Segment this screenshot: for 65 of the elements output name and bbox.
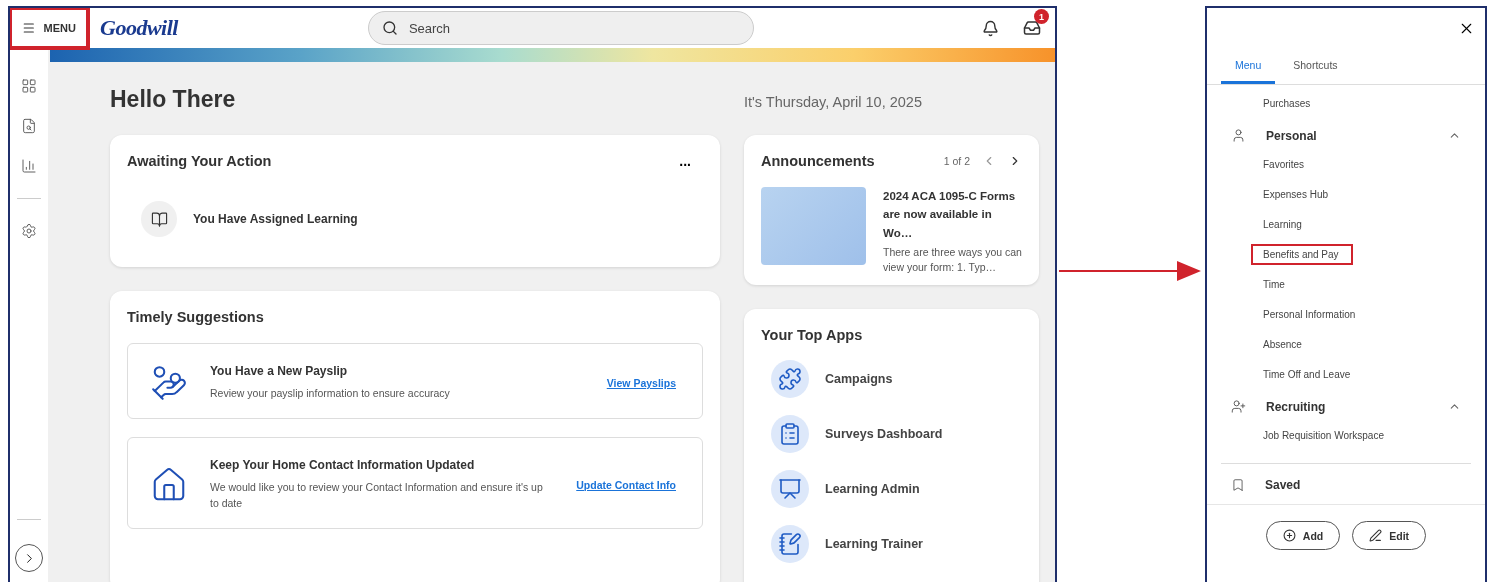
- menu-item[interactable]: Expenses Hub: [1251, 184, 1343, 205]
- app-link[interactable]: Learning Trainer: [825, 537, 923, 551]
- user-icon: [1231, 128, 1246, 143]
- search-field[interactable]: Search: [367, 11, 754, 45]
- app-link[interactable]: Surveys Dashboard: [825, 427, 943, 441]
- menu-item[interactable]: Absence: [1251, 334, 1316, 355]
- menu-item[interactable]: Job Requisition Workspace: [1251, 425, 1398, 446]
- book-icon: [141, 201, 177, 237]
- puzzle-icon: [771, 360, 809, 398]
- tab[interactable]: Shortcuts: [1279, 51, 1352, 84]
- plus-icon: [1282, 529, 1296, 542]
- logo[interactable]: Goodwill: [100, 15, 178, 41]
- pencil-icon: [1369, 529, 1383, 542]
- bar-chart-icon[interactable]: [21, 158, 37, 174]
- document-search-icon[interactable]: [21, 118, 37, 134]
- card-title: Your Top Apps: [761, 327, 864, 343]
- menu-item[interactable]: Benefits and Pay: [1251, 244, 1353, 265]
- suggestion-title: Keep Your Home Contact Information Updated: [210, 458, 476, 472]
- menu-button[interactable]: MENU: [10, 8, 90, 50]
- inbox-badge: 1: [1034, 9, 1049, 24]
- app-link[interactable]: Campaigns: [825, 372, 893, 386]
- more-button[interactable]: ...: [679, 153, 703, 169]
- hand-coins-icon: [150, 364, 188, 402]
- user-plus-icon: [1231, 399, 1246, 414]
- pager-text: 1 of 2: [943, 155, 970, 167]
- edit-button[interactable]: Edit: [1352, 521, 1427, 550]
- notifications-button[interactable]: [982, 19, 999, 37]
- menu-item[interactable]: Purchases: [1251, 93, 1325, 114]
- saved-item[interactable]: Saved: [1207, 464, 1485, 505]
- settings-icon[interactable]: [21, 223, 37, 239]
- menu-section[interactable]: Recruiting: [1207, 396, 1485, 417]
- menu-item[interactable]: Favorites: [1251, 154, 1319, 175]
- bookmark-icon: [1231, 478, 1245, 492]
- tab[interactable]: Menu: [1221, 51, 1276, 84]
- menu-icon: [22, 21, 36, 35]
- notebook-icon: [771, 525, 809, 563]
- section-label: Personal: [1266, 128, 1318, 143]
- menu-item[interactable]: Time Off and Leave: [1251, 364, 1365, 385]
- menu-item[interactable]: Learning: [1251, 214, 1316, 235]
- announcement-text: There are three ways you can view your form: 1. Typ…: [883, 245, 1022, 276]
- suggestion-title: You Have a New Payslip: [210, 364, 349, 379]
- suggestion-link[interactable]: View Payslips: [606, 377, 676, 389]
- card-title: Timely Suggestions: [127, 309, 265, 325]
- presentation-icon: [771, 470, 809, 508]
- menu-section[interactable]: Personal: [1207, 125, 1485, 146]
- suggestion-text: We would like you to review your Contact Information and ensure it's up to date: [210, 480, 544, 511]
- section-label: Recruiting: [1266, 399, 1327, 414]
- card-title: Awaiting Your Action: [127, 153, 272, 169]
- menu-item[interactable]: Time: [1251, 274, 1299, 295]
- expand-button[interactable]: [15, 544, 43, 572]
- task-label[interactable]: You Have Assigned Learning: [193, 212, 358, 226]
- app-link[interactable]: Learning Admin: [825, 482, 920, 496]
- announcement-title[interactable]: 2024 ACA 1095-C Forms are now available in Wo…: [883, 187, 1022, 243]
- suggestion-text: Review your payslip information to ensure accuracy: [210, 386, 451, 402]
- date-text: It's Thursday, April 10, 2025: [744, 94, 923, 110]
- card-title: Announcements: [761, 153, 875, 169]
- add-button[interactable]: Add: [1265, 521, 1341, 550]
- section-label: Saved: [1265, 478, 1302, 492]
- grid-icon[interactable]: [21, 78, 37, 94]
- suggestion-link[interactable]: Update Contact Info: [576, 478, 676, 491]
- greeting-title: Hello There: [110, 86, 236, 113]
- inbox-button[interactable]: [1023, 19, 1041, 37]
- clipboard-icon: [771, 415, 809, 453]
- search-icon: [381, 20, 398, 36]
- menu-item[interactable]: Personal Information: [1251, 304, 1370, 325]
